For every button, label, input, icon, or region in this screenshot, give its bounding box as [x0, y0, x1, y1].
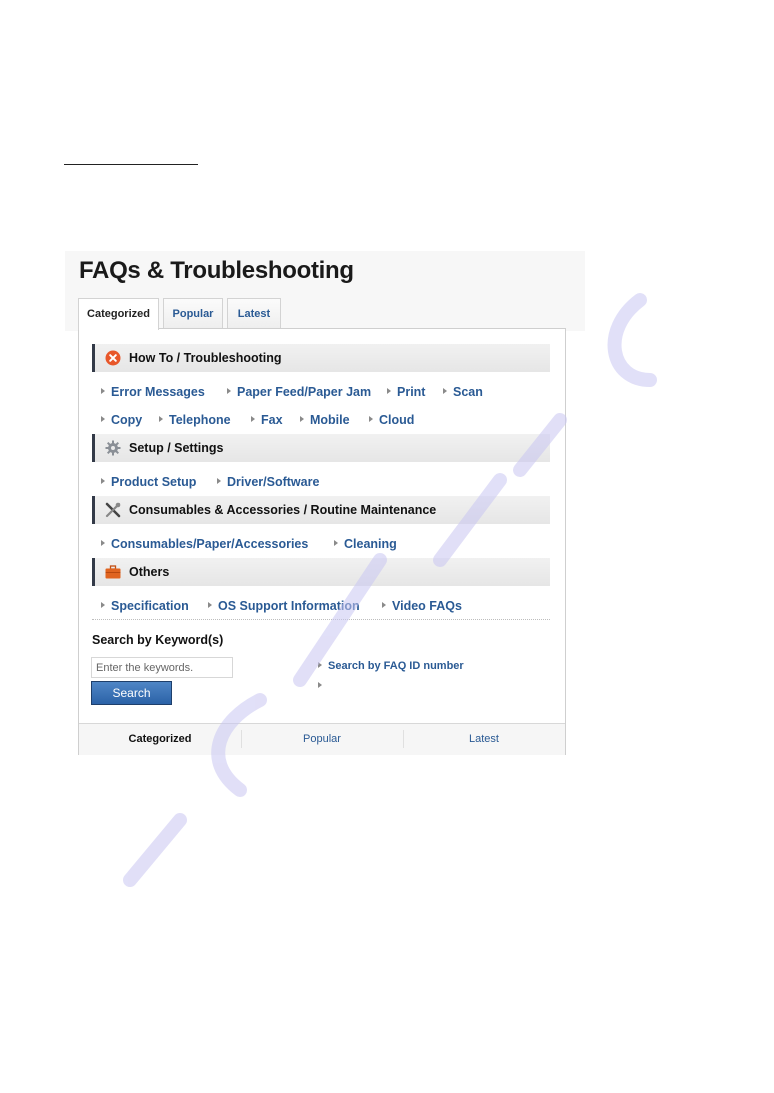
- underline-rule: [64, 164, 198, 165]
- arrow-right-icon: [318, 662, 322, 668]
- category-title: How To / Troubleshooting: [129, 351, 282, 365]
- link-search-by-faq-id[interactable]: Search by FAQ ID number: [318, 659, 464, 679]
- link-label: Telephone: [169, 413, 231, 427]
- link-label: Consumables/Paper/Accessories: [111, 537, 309, 551]
- link-label: Scan: [453, 385, 483, 399]
- arrow-right-icon: [208, 602, 212, 608]
- link-empty[interactable]: [318, 679, 464, 699]
- link-label: Print: [397, 385, 426, 399]
- error-x-icon: [105, 350, 121, 366]
- arrow-right-icon: [251, 416, 255, 422]
- link-label: OS Support Information: [218, 599, 360, 613]
- category-setup-settings[interactable]: Setup / Settings: [92, 434, 550, 462]
- arrow-right-icon: [227, 388, 231, 394]
- link-paper-feed-paper-jam[interactable]: Paper Feed/Paper Jam: [227, 385, 371, 399]
- arrow-right-icon: [217, 478, 221, 484]
- link-cloud[interactable]: Cloud: [369, 413, 414, 427]
- arrow-right-icon: [101, 540, 105, 546]
- link-label: Copy: [111, 413, 143, 427]
- tab-popular[interactable]: Popular: [163, 298, 223, 329]
- link-video-faqs[interactable]: Video FAQs: [382, 599, 462, 613]
- tab-latest[interactable]: Latest: [227, 298, 281, 329]
- bottom-tab-popular[interactable]: Popular: [241, 724, 403, 755]
- link-specification[interactable]: Specification: [101, 599, 189, 613]
- link-label: Paper Feed/Paper Jam: [237, 385, 372, 399]
- tools-icon: [105, 502, 121, 518]
- tab-categorized[interactable]: Categorized: [78, 298, 159, 330]
- category-title: Others: [129, 565, 170, 579]
- search-button[interactable]: Search: [91, 681, 172, 705]
- link-product-setup[interactable]: Product Setup: [101, 475, 196, 489]
- faq-screenshot: FAQs & Troubleshooting Categorized Popul…: [65, 251, 585, 761]
- link-mobile[interactable]: Mobile: [300, 413, 350, 427]
- faq-panel: How To / Troubleshooting Error Messages …: [78, 328, 566, 755]
- arrow-right-icon: [443, 388, 447, 394]
- link-label: Search by FAQ ID number: [328, 660, 464, 672]
- link-label: Driver/Software: [227, 475, 320, 489]
- bottom-tab-latest[interactable]: Latest: [403, 724, 565, 755]
- arrow-right-icon: [334, 540, 338, 546]
- link-driver-software[interactable]: Driver/Software: [217, 475, 319, 489]
- arrow-right-icon: [101, 388, 105, 394]
- link-error-messages[interactable]: Error Messages: [101, 385, 205, 399]
- dotted-divider: [92, 619, 550, 620]
- link-label: Mobile: [310, 413, 350, 427]
- arrow-right-icon: [159, 416, 163, 422]
- arrow-right-icon: [101, 602, 105, 608]
- link-label: Fax: [261, 413, 283, 427]
- link-os-support-information[interactable]: OS Support Information: [208, 599, 360, 613]
- search-keyword-title: Search by Keyword(s): [92, 633, 224, 647]
- link-print[interactable]: Print: [387, 385, 425, 399]
- arrow-right-icon: [101, 416, 105, 422]
- category-others[interactable]: Others: [92, 558, 550, 586]
- link-consumables-paper-accessories[interactable]: Consumables/Paper/Accessories: [101, 537, 308, 551]
- category-title: Consumables & Accessories / Routine Main…: [129, 503, 437, 517]
- link-label: Error Messages: [111, 385, 205, 399]
- category-consumables-maintenance[interactable]: Consumables & Accessories / Routine Main…: [92, 496, 550, 524]
- arrow-right-icon: [387, 388, 391, 394]
- link-label: Cloud: [379, 413, 415, 427]
- arrow-right-icon: [369, 416, 373, 422]
- page-title: FAQs & Troubleshooting: [79, 257, 354, 284]
- link-telephone[interactable]: Telephone: [159, 413, 231, 427]
- link-label: Specification: [111, 599, 189, 613]
- bottom-tab-categorized[interactable]: Categorized: [79, 724, 241, 755]
- link-fax[interactable]: Fax: [251, 413, 283, 427]
- toolbox-icon: [105, 565, 121, 579]
- arrow-right-icon: [382, 602, 386, 608]
- category-title: Setup / Settings: [129, 441, 224, 455]
- bottom-tab-bar: Categorized Popular Latest: [79, 723, 565, 755]
- arrow-right-icon: [101, 478, 105, 484]
- keyword-search-input[interactable]: [91, 657, 233, 678]
- arrow-right-icon: [300, 416, 304, 422]
- gear-icon: [105, 440, 121, 456]
- link-label: Product Setup: [111, 475, 197, 489]
- link-cleaning[interactable]: Cleaning: [334, 537, 397, 551]
- link-copy[interactable]: Copy: [101, 413, 142, 427]
- link-label: Cleaning: [344, 537, 397, 551]
- side-links: Search by FAQ ID number: [318, 659, 464, 699]
- link-scan[interactable]: Scan: [443, 385, 483, 399]
- category-how-to-troubleshooting[interactable]: How To / Troubleshooting: [92, 344, 550, 372]
- arrow-right-icon: [318, 682, 322, 688]
- link-label: Video FAQs: [392, 599, 462, 613]
